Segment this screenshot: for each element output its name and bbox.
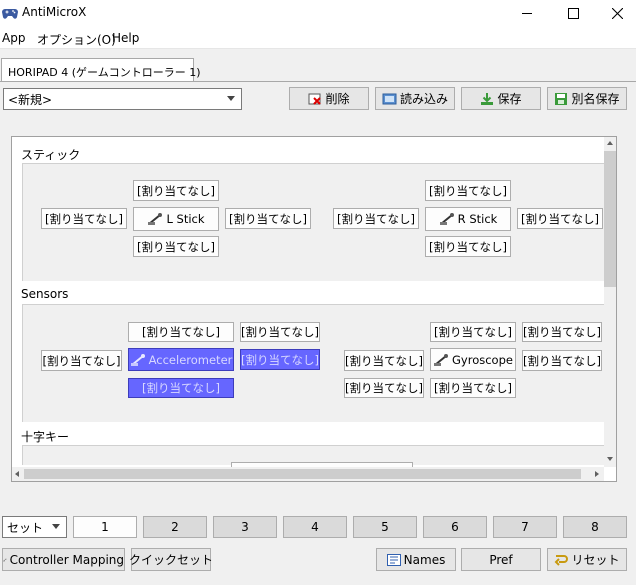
delete-icon — [308, 93, 322, 105]
set-6-button[interactable]: 6 — [423, 516, 487, 538]
vertical-scrollbar-thumb[interactable] — [604, 151, 616, 287]
save-as-button[interactable]: 別名保存 — [547, 87, 627, 110]
accelerometer-label: Accelerometer — [148, 352, 233, 367]
gyroscope-button[interactable]: Gyroscope — [430, 348, 516, 371]
quick-set-button[interactable]: クイックセット — [129, 548, 213, 571]
l-stick-up-button[interactable]: [割り当てなし] — [133, 180, 219, 201]
save-button[interactable]: 保存 — [461, 87, 541, 110]
gyro-up-button[interactable]: [割り当てなし] — [430, 322, 516, 342]
tab-controller[interactable]: HORIPAD 4 (ゲームコントローラー 1) — [1, 58, 200, 82]
names-button[interactable]: Names — [376, 548, 456, 571]
l-stick-label: L Stick — [166, 212, 205, 226]
save-as-icon — [555, 92, 568, 105]
controller-mapping-label: Controller Mapping — [9, 552, 124, 567]
load-button[interactable]: 読み込み — [375, 87, 455, 110]
save-label: 保存 — [497, 92, 522, 106]
menu-app[interactable]: App — [2, 31, 25, 45]
minimize-icon — [522, 13, 532, 14]
set-select[interactable]: セット — [2, 516, 67, 538]
maximize-icon — [567, 8, 579, 19]
dpad-group-title: 十字キー — [21, 430, 70, 444]
menu-help[interactable]: Help — [112, 31, 139, 45]
names-icon — [386, 553, 401, 566]
joystick-icon — [439, 213, 454, 225]
r-stick-button[interactable]: R Stick — [425, 207, 511, 231]
maximize-button[interactable] — [550, 0, 596, 27]
r-stick-right-button[interactable]: [割り当てなし] — [517, 208, 603, 229]
reset-icon — [555, 554, 569, 566]
r-stick-up-button[interactable]: [割り当てなし] — [425, 180, 511, 201]
joystick-icon — [3, 558, 7, 561]
gyro-downleft-button[interactable]: [割り当てなし] — [344, 378, 424, 398]
reset-label: リセット — [571, 553, 620, 567]
save-icon — [481, 92, 494, 105]
folder-open-icon — [382, 93, 397, 105]
delete-button[interactable]: 削除 — [289, 87, 369, 110]
scroll-right-icon[interactable] — [595, 471, 599, 477]
profile-select-value: <新規> — [8, 93, 53, 107]
set-7-button[interactable]: 7 — [493, 516, 557, 538]
reset-button[interactable]: リセット — [547, 548, 627, 571]
accel-right-button[interactable]: [割り当てなし] — [240, 349, 320, 370]
sensors-group-title: Sensors — [21, 287, 69, 301]
close-icon — [611, 8, 623, 19]
scroll-up-icon[interactable] — [607, 141, 613, 145]
app-gamepad-icon — [2, 6, 18, 23]
menu-options[interactable]: オプション(O) — [37, 31, 116, 48]
horizontal-scrollbar-thumb[interactable] — [24, 469, 581, 479]
delete-label: 削除 — [325, 92, 350, 106]
scroll-left-icon[interactable] — [15, 471, 19, 477]
save-as-label: 別名保存 — [571, 92, 620, 106]
set-8-button[interactable]: 8 — [563, 516, 627, 538]
names-label: Names — [403, 552, 446, 567]
set-5-button[interactable]: 5 — [353, 516, 417, 538]
scroll-down-icon[interactable] — [607, 457, 613, 461]
window-title: AntiMicroX — [22, 5, 87, 19]
set-2-button[interactable]: 2 — [143, 516, 207, 538]
horizontal-scrollbar[interactable] — [12, 467, 604, 481]
l-stick-right-button[interactable]: [割り当てなし] — [225, 208, 311, 229]
l-stick-button[interactable]: L Stick — [133, 207, 219, 231]
gyro-upright-button[interactable]: [割り当てなし] — [522, 322, 602, 342]
accel-left-button[interactable]: [割り当てなし] — [41, 350, 122, 371]
accel-upright-button[interactable]: [割り当てなし] — [240, 322, 320, 342]
gyro-left-button[interactable]: [割り当てなし] — [344, 350, 424, 371]
mapping-scroll-area[interactable]: スティック [割り当てなし] [割り当てなし] L Stick [割り当てなし]… — [11, 136, 617, 482]
tab-divider — [0, 81, 636, 82]
gyroscope-label: Gyroscope — [452, 352, 513, 367]
joystick-icon — [434, 353, 449, 366]
load-label: 読み込み — [399, 92, 448, 106]
set-4-button[interactable]: 4 — [283, 516, 347, 538]
r-stick-down-button[interactable]: [割り当てなし] — [425, 236, 511, 257]
controller-mapping-button[interactable]: Controller Mapping — [2, 548, 125, 571]
l-stick-down-button[interactable]: [割り当てなし] — [133, 236, 219, 257]
accel-down-button[interactable]: [割り当てなし] — [128, 378, 234, 398]
chevron-down-icon — [52, 524, 60, 529]
profile-select[interactable]: <新規> — [3, 88, 242, 110]
gyro-down-button[interactable]: [割り当てなし] — [430, 378, 516, 398]
set-3-button[interactable]: 3 — [213, 516, 277, 538]
menu-bar: App オプション(O) Help — [0, 27, 636, 49]
set-1-button[interactable]: 1 — [73, 516, 137, 538]
accelerometer-button[interactable]: Accelerometer — [128, 348, 234, 371]
joystick-icon — [148, 213, 163, 225]
set-select-label: セット — [7, 521, 44, 535]
stick-group-title: スティック — [21, 148, 81, 162]
pref-button[interactable]: Pref — [461, 548, 541, 571]
joystick-icon — [130, 353, 145, 366]
r-stick-label: R Stick — [457, 212, 498, 226]
title-bar: AntiMicroX — [0, 0, 636, 27]
r-stick-left-button[interactable]: [割り当てなし] — [333, 208, 419, 229]
gyro-right-button[interactable]: [割り当てなし] — [522, 350, 602, 371]
vertical-scrollbar[interactable] — [604, 137, 616, 467]
accel-up-button[interactable]: [割り当てなし] — [128, 322, 234, 342]
l-stick-left-button[interactable]: [割り当てなし] — [41, 208, 127, 229]
minimize-button[interactable] — [504, 0, 550, 27]
chevron-down-icon — [227, 96, 235, 101]
close-button[interactable] — [594, 0, 636, 27]
